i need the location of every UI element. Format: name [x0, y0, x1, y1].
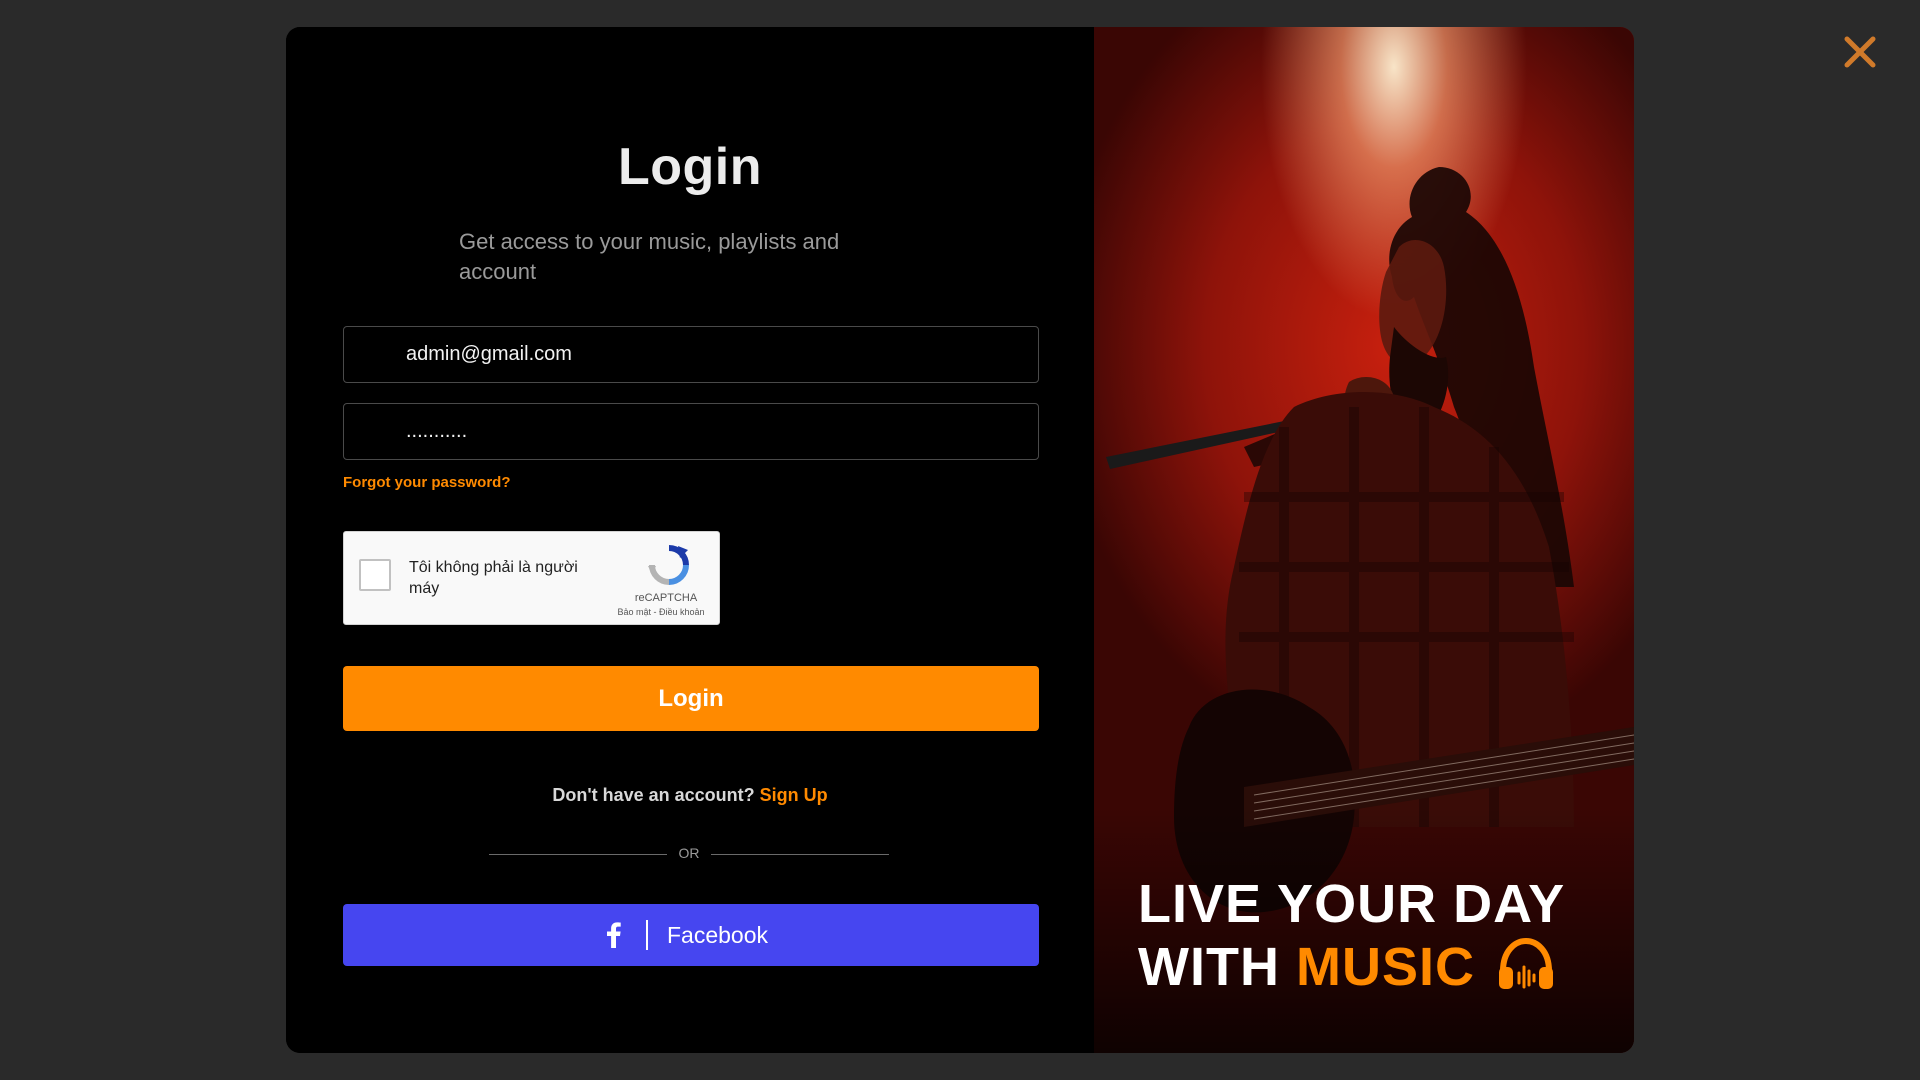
- recaptcha-links[interactable]: Bảo mật - Điều khoản: [606, 607, 716, 617]
- tagline-line2: WITH MUSIC: [1138, 936, 1565, 999]
- tagline-prefix: WITH: [1138, 937, 1280, 997]
- facebook-label: Facebook: [667, 922, 769, 948]
- headphones-icon: [1498, 937, 1553, 989]
- close-button[interactable]: [1842, 34, 1878, 70]
- facebook-divider: [646, 920, 648, 950]
- recaptcha-label: Tôi không phải là người máy: [409, 559, 578, 597]
- password-input[interactable]: [406, 404, 1006, 459]
- login-button[interactable]: Login: [343, 666, 1039, 731]
- recaptcha-widget: Tôi không phải là người máy reCAPTCHA Bả…: [343, 531, 720, 625]
- promo-tagline: LIVE YOUR DAY WITH MUSIC: [1138, 873, 1565, 999]
- login-modal: Login Get access to your music, playlist…: [286, 27, 1634, 1053]
- email-input[interactable]: [406, 327, 1006, 382]
- signup-link[interactable]: Sign Up: [760, 785, 828, 805]
- signup-prompt: Don't have an account?: [552, 785, 755, 805]
- promo-panel: LIVE YOUR DAY WITH MUSIC: [1094, 27, 1634, 1053]
- login-subtitle: Get access to your music, playlists and …: [459, 229, 840, 284]
- email-field[interactable]: [343, 326, 1039, 383]
- tagline-accent: MUSIC: [1295, 937, 1475, 997]
- or-label: OR: [678, 845, 700, 861]
- recaptcha-logo-icon: [648, 545, 689, 585]
- recaptcha-checkbox[interactable]: [359, 559, 391, 591]
- login-panel: Login Get access to your music, playlist…: [286, 27, 1094, 1053]
- recaptcha-brand: reCAPTCHA: [634, 592, 698, 604]
- or-divider: OR: [489, 843, 889, 865]
- close-icon: [1844, 36, 1876, 68]
- facebook-login-button[interactable]: Facebook: [343, 904, 1039, 966]
- password-field[interactable]: [343, 403, 1039, 460]
- page-title: Login: [617, 138, 762, 196]
- facebook-icon: [607, 922, 621, 948]
- signup-line: Don't have an account? Sign Up: [286, 785, 1094, 806]
- forgot-password-link[interactable]: Forgot your password?: [343, 474, 511, 491]
- tagline-line1: LIVE YOUR DAY: [1138, 874, 1566, 934]
